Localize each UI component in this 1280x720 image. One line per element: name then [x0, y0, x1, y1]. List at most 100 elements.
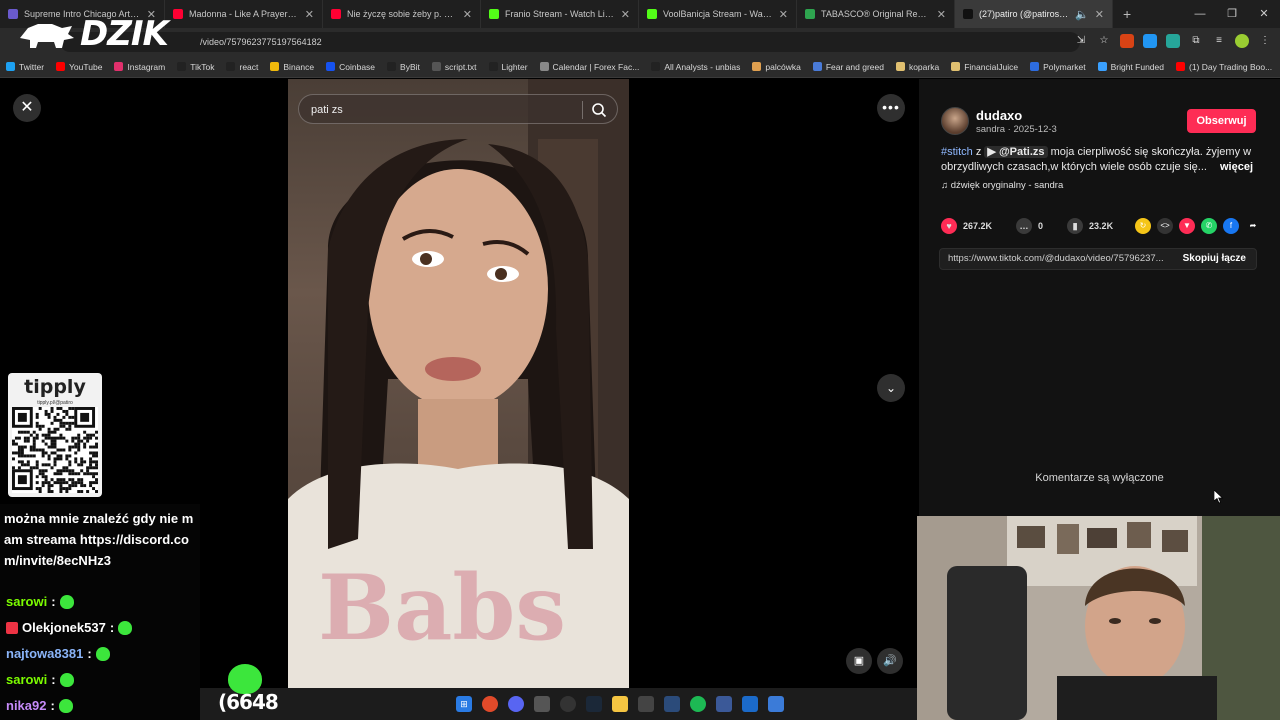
follow-button[interactable]: Obserwuj [1187, 109, 1256, 133]
restore-icon[interactable]: ❐ [1216, 0, 1248, 28]
bookmark-item[interactable]: script.txt [431, 62, 477, 72]
browser-tab-active[interactable]: (27)patiro (@patiroshoty) 🔈 ✕ [955, 0, 1113, 28]
webcam-feed [917, 516, 1280, 720]
video-frame-image: Babs [288, 79, 629, 688]
close-video-button[interactable]: ✕ [13, 94, 41, 122]
bookmark-item[interactable]: (1) Day Trading Boo... [1176, 62, 1272, 72]
username[interactable]: dudaxo [976, 108, 1022, 123]
extensions-puzzle-icon[interactable]: ⧉ [1189, 34, 1203, 48]
install-app-icon[interactable]: ⇲ [1074, 34, 1088, 48]
browser-tab[interactable]: TABASCO® Original Red Sauce ✕ [797, 0, 955, 28]
steam-icon[interactable] [586, 696, 602, 712]
bookmark-item[interactable]: ByBit [387, 62, 420, 72]
discord-icon[interactable] [508, 696, 524, 712]
bookmark-item[interactable]: koparka [895, 62, 939, 72]
menu-kebab-icon[interactable]: ⋮ [1258, 34, 1272, 48]
bookmark-item[interactable]: TikTok [177, 62, 214, 72]
file-explorer-icon[interactable] [612, 696, 628, 712]
browser-tab[interactable]: Franio Stream - Watch Live on ✕ [481, 0, 639, 28]
close-window-icon[interactable]: ✕ [1248, 0, 1280, 28]
bookmark-item[interactable]: Instagram [114, 62, 165, 72]
bookmark-item[interactable]: palcówka [752, 62, 801, 72]
bookmark-favicon-icon [326, 62, 336, 71]
tab-close-icon[interactable]: ✕ [463, 8, 472, 21]
app-icon[interactable] [534, 696, 550, 712]
bookmark-item[interactable]: Twitter [6, 62, 44, 72]
bookmark-item[interactable]: All Analysts - unbias [651, 62, 740, 72]
heart-icon[interactable]: ♥ [941, 218, 957, 234]
facebook-icon[interactable]: f [1223, 218, 1239, 234]
app-icon[interactable] [664, 696, 680, 712]
bookmark-item[interactable]: YouTube [56, 62, 102, 72]
bookmark-star-icon[interactable]: ☆ [1097, 34, 1111, 48]
app-icon[interactable] [716, 696, 732, 712]
picture-in-picture-icon[interactable]: ▣ [846, 648, 872, 674]
video-link[interactable]: https://www.tiktok.com/@dudaxo/video/757… [948, 249, 1176, 269]
avatar[interactable] [941, 107, 969, 135]
share-arrow-icon[interactable]: ➦ [1245, 218, 1261, 234]
bookmark-item[interactable]: Coinbase [326, 62, 375, 72]
tab-close-icon[interactable]: ✕ [1095, 8, 1104, 21]
search-input[interactable]: pati zs [311, 95, 343, 125]
chrome-icon[interactable] [482, 696, 498, 712]
more-options-icon[interactable]: ••• [877, 94, 905, 122]
whatsapp-icon[interactable]: ✆ [1201, 218, 1217, 234]
tab-close-icon[interactable]: ✕ [779, 8, 788, 21]
extension-icon[interactable] [1143, 34, 1157, 48]
next-video-chevron-icon[interactable]: ⌄ [877, 374, 905, 402]
spotify-icon[interactable] [690, 696, 706, 712]
bookmark-item[interactable]: FinancialJuice [951, 62, 1018, 72]
reading-list-icon[interactable]: ≡ [1212, 34, 1226, 48]
send-icon[interactable]: ▼ [1179, 218, 1195, 234]
obs-icon[interactable] [560, 696, 576, 712]
notepad-icon[interactable] [768, 696, 784, 712]
toolbar-icons: ⇲ ☆ ⧉ ≡ ⋮ [1074, 34, 1272, 48]
bookmark-item[interactable]: Calendar | Forex Fac... [539, 62, 639, 72]
bookmark-icon[interactable]: ▮ [1067, 218, 1084, 234]
bookmark-item[interactable]: Binance [270, 62, 314, 72]
bookmark-favicon-icon [539, 62, 549, 71]
tab-close-icon[interactable]: ✕ [621, 8, 630, 21]
volume-icon[interactable]: 🔊 [877, 648, 903, 674]
saves-count: 23.2K [1089, 221, 1114, 231]
video-player[interactable]: Babs [288, 79, 629, 688]
mention-link[interactable]: ▶ @Pati.zs [984, 146, 1048, 158]
desc-z-word: z [975, 146, 982, 158]
address-bar[interactable]: /video/7579623775197564182 [60, 32, 1080, 52]
search-separator [582, 101, 583, 119]
frog-emote-icon [59, 672, 74, 687]
embed-icon[interactable]: <> [1157, 218, 1173, 234]
extension-icon[interactable] [1166, 34, 1180, 48]
extension-icon[interactable] [1120, 34, 1134, 48]
tab-close-icon[interactable]: ✕ [937, 8, 946, 21]
browser-tab[interactable]: Nie życzę sobie żeby p. mnie n ✕ [323, 0, 481, 28]
comment-icon[interactable]: … [1016, 218, 1033, 234]
browser-tab[interactable]: VoolBanicja Stream - Watch Li ✕ [639, 0, 797, 28]
tab-close-icon[interactable]: ✕ [305, 8, 314, 21]
app-icon[interactable] [742, 696, 758, 712]
browser-tab[interactable]: Madonna - Like A Prayer (Offic ✕ [165, 0, 323, 28]
bookmark-item[interactable]: Fear and greed [812, 62, 884, 72]
bookmark-favicon-icon [488, 62, 498, 71]
more-link[interactable]: więcej [1220, 161, 1253, 173]
bookmark-item[interactable]: Lighter [488, 62, 528, 72]
windows-taskbar: ⊞ [200, 688, 917, 720]
bookmark-favicon-icon [651, 62, 661, 71]
new-tab-button[interactable]: + [1113, 6, 1141, 22]
tab-favicon-icon [173, 9, 183, 19]
search-icon[interactable] [591, 102, 607, 118]
app-icon[interactable] [638, 696, 654, 712]
repost-icon[interactable]: ↻ [1135, 218, 1151, 234]
minimize-icon[interactable]: — [1184, 0, 1216, 28]
bookmark-item[interactable]: Polymarket [1030, 62, 1086, 72]
search-bar[interactable]: pati zs [298, 94, 618, 124]
bookmark-item[interactable]: react [226, 62, 258, 72]
sound-row[interactable]: ♫ dźwięk oryginalny - sandra [941, 180, 1063, 191]
windows-start-icon[interactable]: ⊞ [456, 696, 472, 712]
hashtag-link[interactable]: #stitch [941, 146, 973, 158]
copy-link-button[interactable]: Skopiuj łącze [1183, 249, 1246, 269]
tab-mute-icon[interactable]: 🔈 [1075, 8, 1089, 21]
bookmark-item[interactable]: Bright Funded [1097, 62, 1164, 72]
profile-avatar-icon[interactable] [1235, 34, 1249, 48]
bookmarks-bar: Twitter YouTube Instagram TikTok react Binanc… [0, 56, 1280, 78]
